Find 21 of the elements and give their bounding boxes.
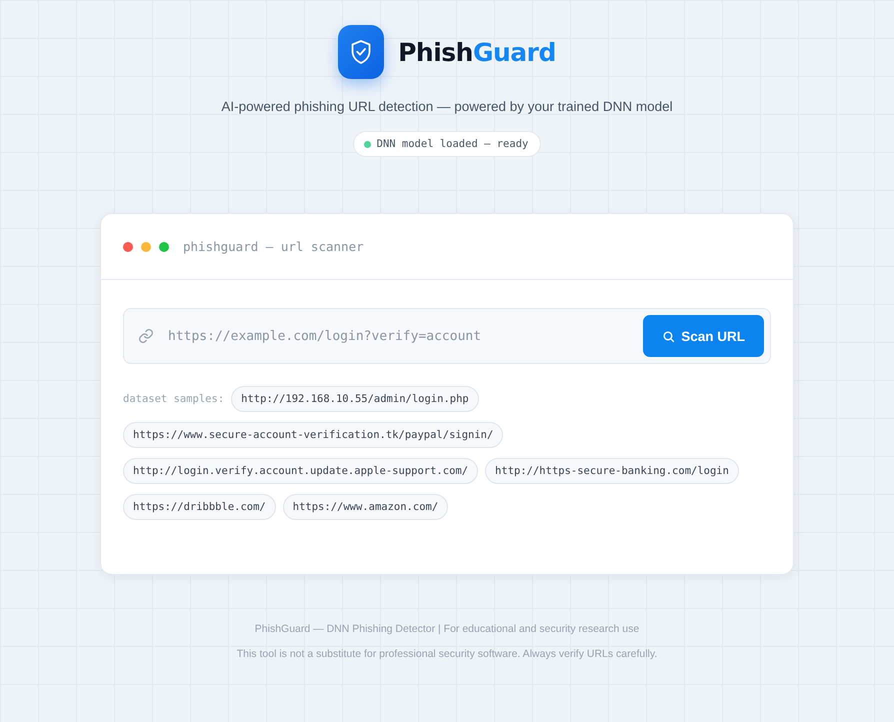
brand-wordmark: PhishGuard [398,38,556,66]
sample-url-chip[interactable]: https://dribbble.com/ [123,494,276,520]
samples-label: dataset samples: [123,393,224,405]
close-dot-icon [123,242,133,252]
search-icon [662,330,676,342]
shield-check-icon [338,25,384,79]
url-input-field[interactable]: https://example.com/login?verify=account [138,328,644,344]
scan-url-button[interactable]: Scan URL [643,315,764,357]
minimize-dot-icon [141,242,151,252]
tagline: AI-powered phishing URL detection — powered by your trained DNN model [221,99,673,114]
sample-url-chip[interactable]: https://www.amazon.com/ [282,494,448,520]
sample-url-chip[interactable]: https://www.secure-account-verification.tk/paypal/signin/ [123,422,504,448]
sample-url-chip[interactable]: http://192.168.10.55/admin/login.php [231,386,479,412]
sample-url-chip[interactable]: http://https-secure-banking.com/login [485,458,739,484]
maximize-dot-icon [159,242,169,252]
sample-url-chip[interactable]: http://login.verify.account.update.apple-support.com/ [123,458,478,484]
card-title: phishguard — url scanner [183,239,364,254]
link-icon [138,328,154,344]
status-text: DNN model loaded — ready [376,138,528,150]
footer-text: PhishGuard — DNN Phishing Detector | For educational and security research use [254,623,640,635]
footer-text: This tool is not a substitute for professional security software. Always verify URLs carefully. [236,648,658,660]
